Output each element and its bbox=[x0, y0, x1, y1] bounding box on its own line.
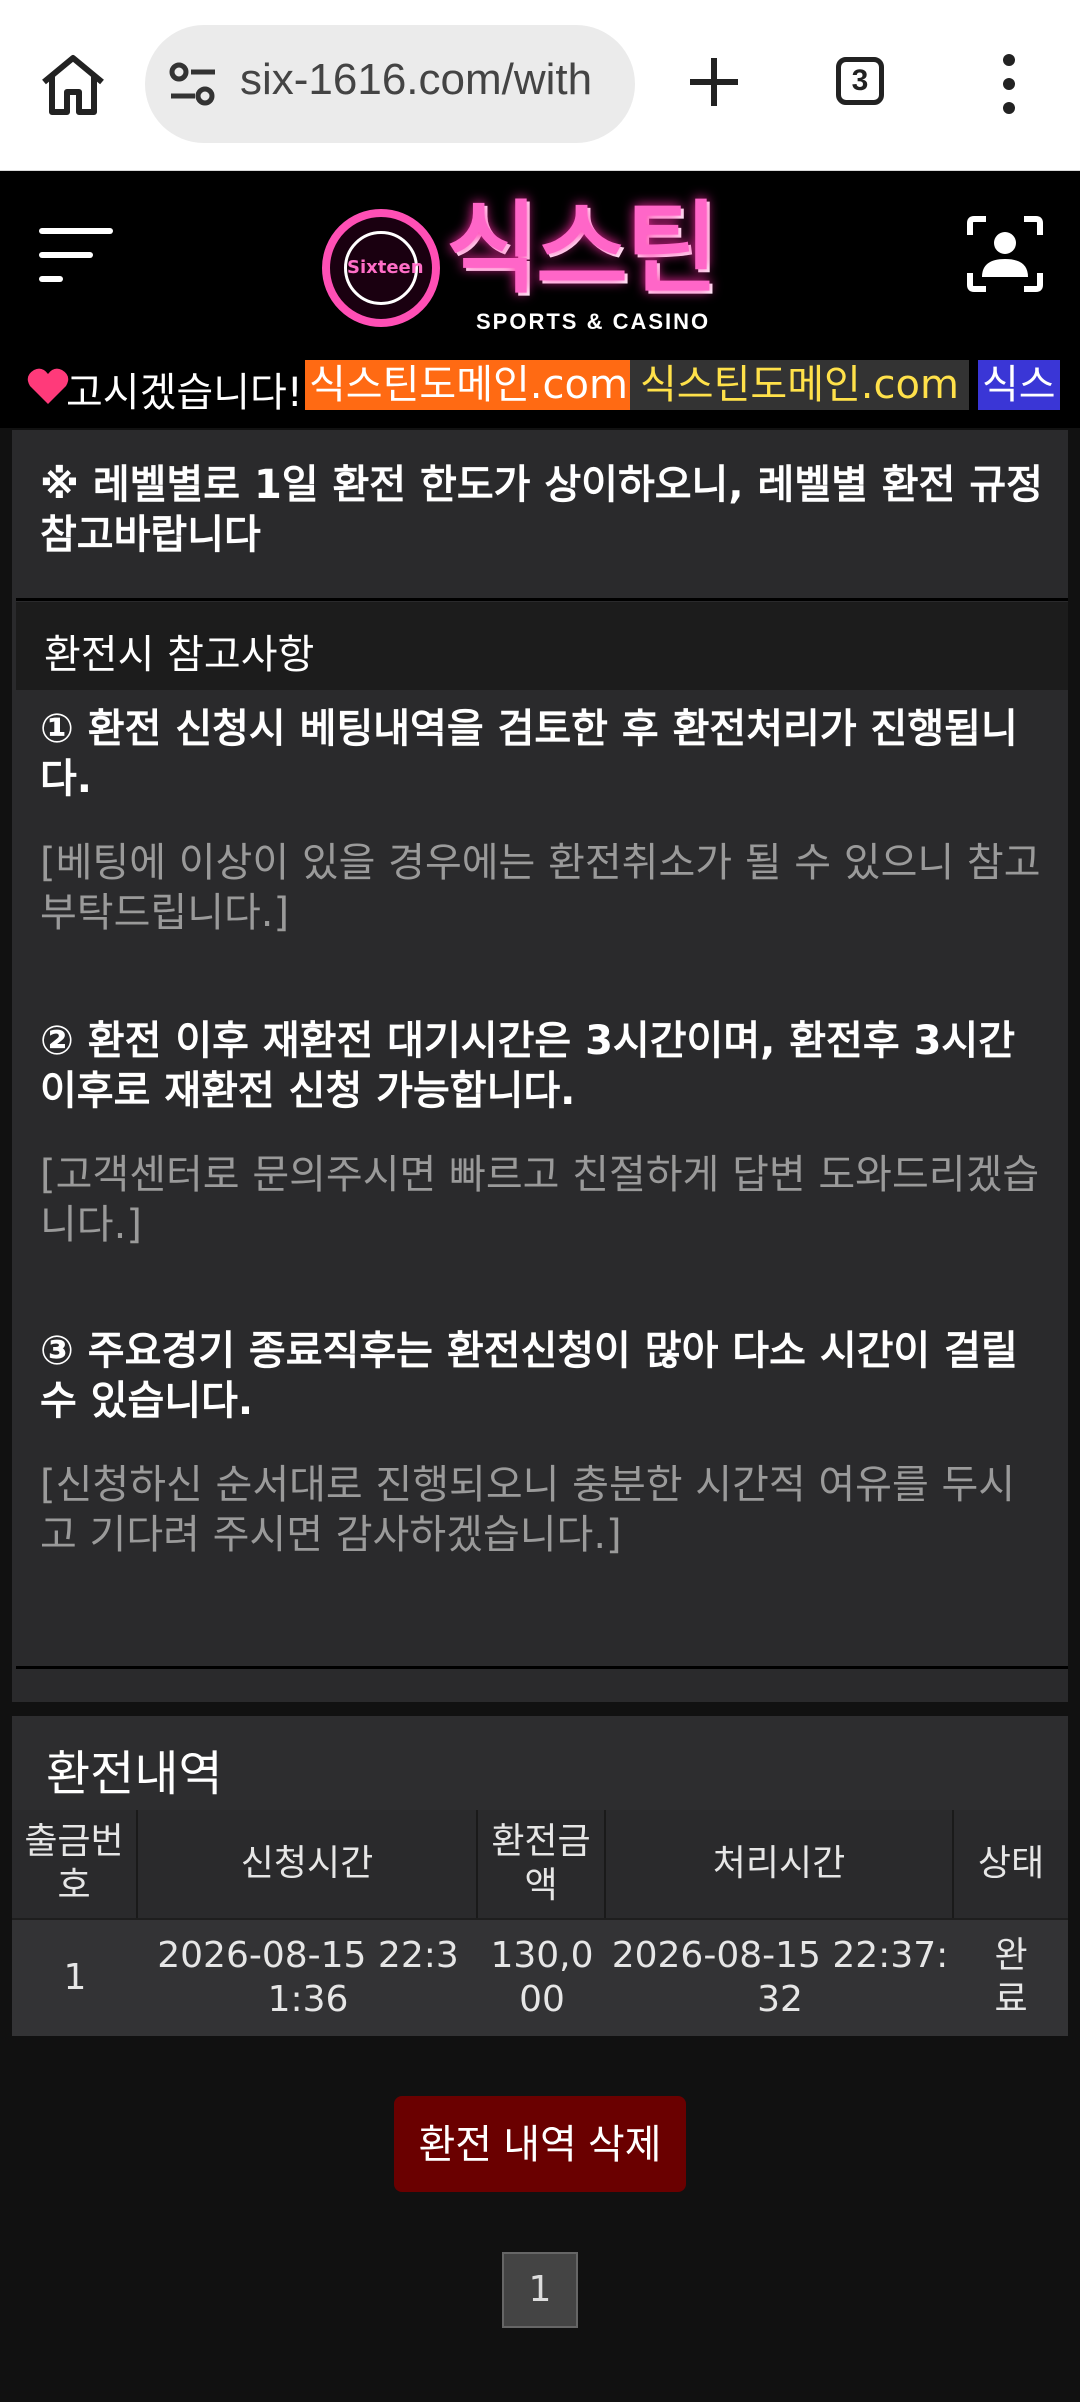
home-icon[interactable] bbox=[38, 52, 108, 118]
cell-process-time: 2026-08-15 22:37:32 bbox=[611, 1935, 949, 2020]
cell-request-time: 2026-08-15 22:31:36 bbox=[157, 1935, 459, 2020]
withdrawal-history: 환전내역 출금번호 신청시간 환전금액 처리시간 상태 1 2026-08-15… bbox=[12, 1716, 1068, 2036]
notice-item-2-heading: ② 환전 이후 재환전 대기시간은 3시간이며, 환전후 3시간 이후로 재환전… bbox=[40, 1018, 1016, 1114]
notice-item-1-detail: [베팅에 이상이 있을 경우에는 환전취소가 될 수 있으니 참고 부탁드립니다… bbox=[40, 840, 1041, 936]
column-header-amount: 환전금액 bbox=[478, 1810, 606, 1918]
logo-emblem: Sixteen bbox=[322, 209, 440, 327]
column-header-process-time: 처리시간 bbox=[606, 1810, 954, 1918]
divider bbox=[16, 1666, 1068, 1669]
delete-history-button[interactable]: 환전 내역 삭제 bbox=[394, 2096, 686, 2192]
domain-link-orange[interactable]: 식스틴도메인.com bbox=[305, 360, 632, 410]
notice-item-3-detail: [신청하신 순서대로 진행되오니 충분한 시간적 여유를 두시고 기다려 주시면… bbox=[40, 1462, 1016, 1558]
domain-link-yellow[interactable]: 식스틴도메인.com bbox=[630, 360, 969, 410]
more-options-icon[interactable] bbox=[994, 52, 1024, 116]
marquee-text: 고시겠습니다! bbox=[66, 370, 303, 416]
notice-item-3-heading: ③ 주요경기 종료직후는 환전신청이 많아 다소 시간이 걸릴 수 있습니다. bbox=[40, 1328, 1018, 1424]
divider bbox=[16, 598, 1068, 601]
history-header: 환전내역 bbox=[12, 1716, 1068, 1810]
history-title: 환전내역 bbox=[46, 1746, 223, 1802]
logo-badge-text: Sixteen bbox=[344, 231, 424, 305]
site-logo[interactable]: Sixteen 식스틴 SPORTS & CASINO bbox=[318, 189, 758, 339]
menu-icon[interactable] bbox=[38, 221, 114, 291]
notice-item-2-detail: [고객센터로 문의주시면 빠르고 친절하게 답변 도와드리겠습니다.] bbox=[40, 1152, 1040, 1248]
tab-switcher-button[interactable]: 3 bbox=[836, 57, 884, 105]
level-limit-notice: ※ 레벨별로 1일 환전 한도가 상이하오니, 레벨별 환전 규정 참고바랍니다 bbox=[40, 462, 1043, 558]
cell-amount: 130,000 bbox=[490, 1935, 594, 2020]
domain-link-blue[interactable]: 식스 bbox=[978, 360, 1060, 410]
url-text: six-1616.com/with bbox=[240, 55, 593, 104]
table-header: 출금번호 신청시간 환전금액 처리시간 상태 bbox=[12, 1810, 1068, 1918]
withdrawal-notice-panel: ※ 레벨별로 1일 환전 한도가 상이하오니, 레벨별 환전 규정 참고바랍니다… bbox=[12, 430, 1068, 1702]
column-header-number: 출금번호 bbox=[12, 1810, 138, 1918]
cell-number: 1 bbox=[63, 1957, 87, 1998]
address-bar[interactable]: six-1616.com/with bbox=[145, 25, 635, 143]
site-header: Sixteen 식스틴 SPORTS & CASINO bbox=[0, 171, 1080, 346]
cell-status: 완료 bbox=[994, 1935, 1028, 2020]
reference-title: 환전시 참고사항 bbox=[44, 632, 315, 678]
announcement-marquee: 고시겠습니다! 식스틴도메인.com 식스틴도메인.com 식스 bbox=[0, 346, 1080, 428]
column-header-status: 상태 bbox=[977, 1843, 1045, 1884]
logo-subtitle: SPORTS & CASINO bbox=[476, 309, 711, 334]
new-tab-icon[interactable] bbox=[686, 52, 742, 112]
browser-toolbar: six-1616.com/with 3 bbox=[0, 0, 1080, 171]
profile-icon[interactable] bbox=[966, 215, 1044, 293]
column-header-request-time: 신청시간 bbox=[138, 1810, 478, 1918]
site-settings-icon[interactable] bbox=[167, 60, 219, 108]
notice-item-1-heading: ① 환전 신청시 베팅내역을 검토한 후 환전처리가 진행됩니다. bbox=[40, 706, 1018, 802]
table-row: 1 2026-08-15 22:31:36 130,000 2026-08-15… bbox=[12, 1920, 1068, 2036]
heart-icon bbox=[27, 368, 69, 404]
pagination-page-1[interactable]: 1 bbox=[502, 2252, 578, 2328]
reference-header: 환전시 참고사항 bbox=[16, 602, 1068, 690]
logo-text: 식스틴 bbox=[446, 190, 718, 307]
